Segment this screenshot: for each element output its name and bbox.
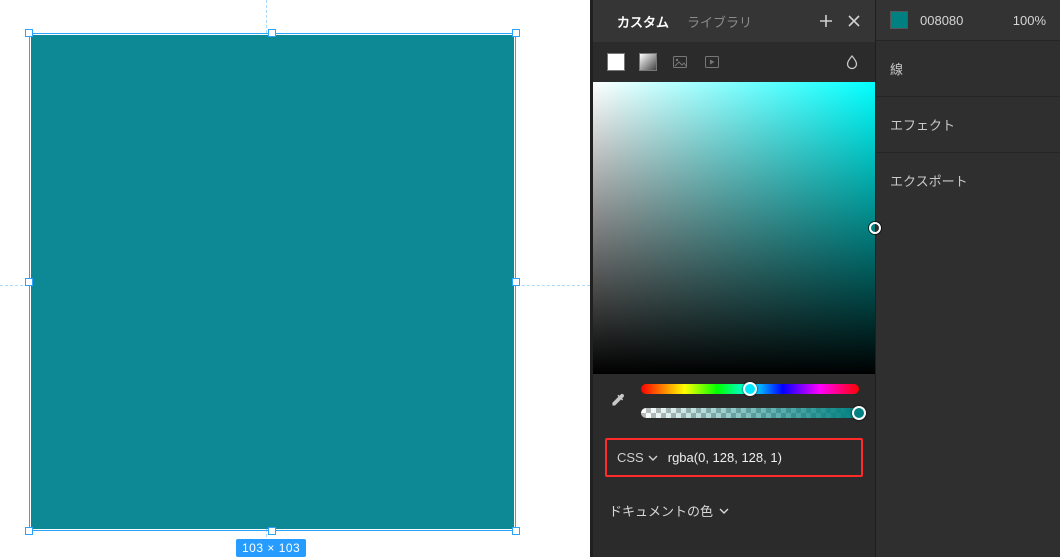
inspector-panel: 008080 100% 線 エフェクト エクスポート [875,0,1060,557]
sv-cursor[interactable] [869,222,881,234]
document-colors-toggle[interactable]: ドキュメントの色 [593,477,875,520]
fill-type-video[interactable] [703,53,721,71]
document-colors-label: ドキュメントの色 [609,501,713,520]
color-value-row: CSS rgba(0, 128, 128, 1) [605,438,863,477]
alpha-knob[interactable] [852,406,866,420]
fill-type-image[interactable] [671,53,689,71]
plus-icon [818,13,834,29]
resize-handle-s[interactable] [268,527,276,535]
add-style-button[interactable] [813,8,839,34]
resize-handle-nw[interactable] [25,29,33,37]
export-section-header[interactable]: エクスポート [876,152,1060,208]
droplet-icon [844,54,860,70]
eyedropper-icon [609,391,627,409]
tab-custom[interactable]: カスタム [609,8,677,35]
dimensions-badge: 103 × 103 [236,539,306,557]
tab-library[interactable]: ライブラリ [679,8,760,35]
eyedropper-button[interactable] [609,391,627,412]
resize-handle-n[interactable] [268,29,276,37]
close-picker-button[interactable] [841,8,867,34]
picker-header: カスタム ライブラリ [593,0,875,42]
fill-type-solid[interactable] [607,53,625,71]
fill-type-gradient[interactable] [639,53,657,71]
selection-outline [29,33,516,531]
color-picker-panel: カスタム ライブラリ [593,0,875,557]
hue-slider[interactable] [641,384,859,394]
saturation-value-field[interactable] [593,82,875,374]
fill-swatch[interactable] [890,11,908,29]
resize-handle-ne[interactable] [512,29,520,37]
color-value-input[interactable]: rgba(0, 128, 128, 1) [668,450,851,465]
resize-handle-sw[interactable] [25,527,33,535]
color-format-label: CSS [617,450,644,465]
design-canvas[interactable]: 103 × 103 [0,0,590,557]
close-icon [846,13,862,29]
fill-row[interactable]: 008080 100% [876,0,1060,40]
fill-alpha-input[interactable]: 100% [1013,13,1046,28]
chevron-down-icon [719,506,729,516]
fill-type-row [593,42,875,82]
resize-handle-e[interactable] [512,278,520,286]
stroke-section-header[interactable]: 線 [876,40,1060,96]
chevron-down-icon [648,453,658,463]
resize-handle-se[interactable] [512,527,520,535]
resize-handle-w[interactable] [25,278,33,286]
blend-mode-button[interactable] [843,53,861,71]
effects-section-header[interactable]: エフェクト [876,96,1060,152]
hue-knob[interactable] [743,382,757,396]
color-format-select[interactable]: CSS [617,450,658,465]
fill-hex-input[interactable]: 008080 [920,13,1001,28]
alpha-slider[interactable] [641,408,859,418]
